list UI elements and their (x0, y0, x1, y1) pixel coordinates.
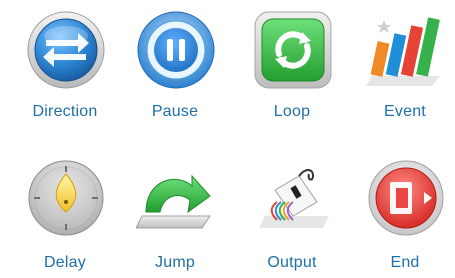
tile-label: Event (384, 103, 426, 120)
jump-arrow-icon (136, 174, 211, 229)
tile-direction[interactable]: Direction (5, 0, 125, 130)
tile-label: Direction (32, 103, 98, 120)
tile-label: Loop (273, 103, 311, 120)
tile-event[interactable]: Event (345, 0, 455, 130)
pause-icon (137, 11, 215, 89)
delay-flame-icon (28, 160, 104, 236)
tile-jump[interactable]: Jump (115, 148, 235, 278)
tile-output[interactable]: Output (232, 148, 352, 278)
loop-refresh-icon (254, 11, 332, 89)
direction-arrows-icon (27, 11, 105, 89)
tile-pause[interactable]: Pause (115, 0, 235, 130)
tile-loop[interactable]: Loop (232, 0, 352, 130)
tile-delay[interactable]: Delay (5, 148, 125, 278)
tile-end[interactable]: End (345, 148, 455, 278)
action-palette: Direction Pause Loop Event Delay Jump Ou… (0, 0, 455, 278)
tile-label: End (390, 254, 420, 271)
tile-label: Delay (44, 254, 86, 271)
output-plug-icon (259, 169, 329, 228)
tile-label: Pause (151, 103, 199, 120)
end-exit-icon (368, 160, 444, 236)
tile-label: Output (267, 254, 317, 271)
tile-label: Jump (155, 254, 195, 271)
event-bars-icon (366, 17, 440, 86)
